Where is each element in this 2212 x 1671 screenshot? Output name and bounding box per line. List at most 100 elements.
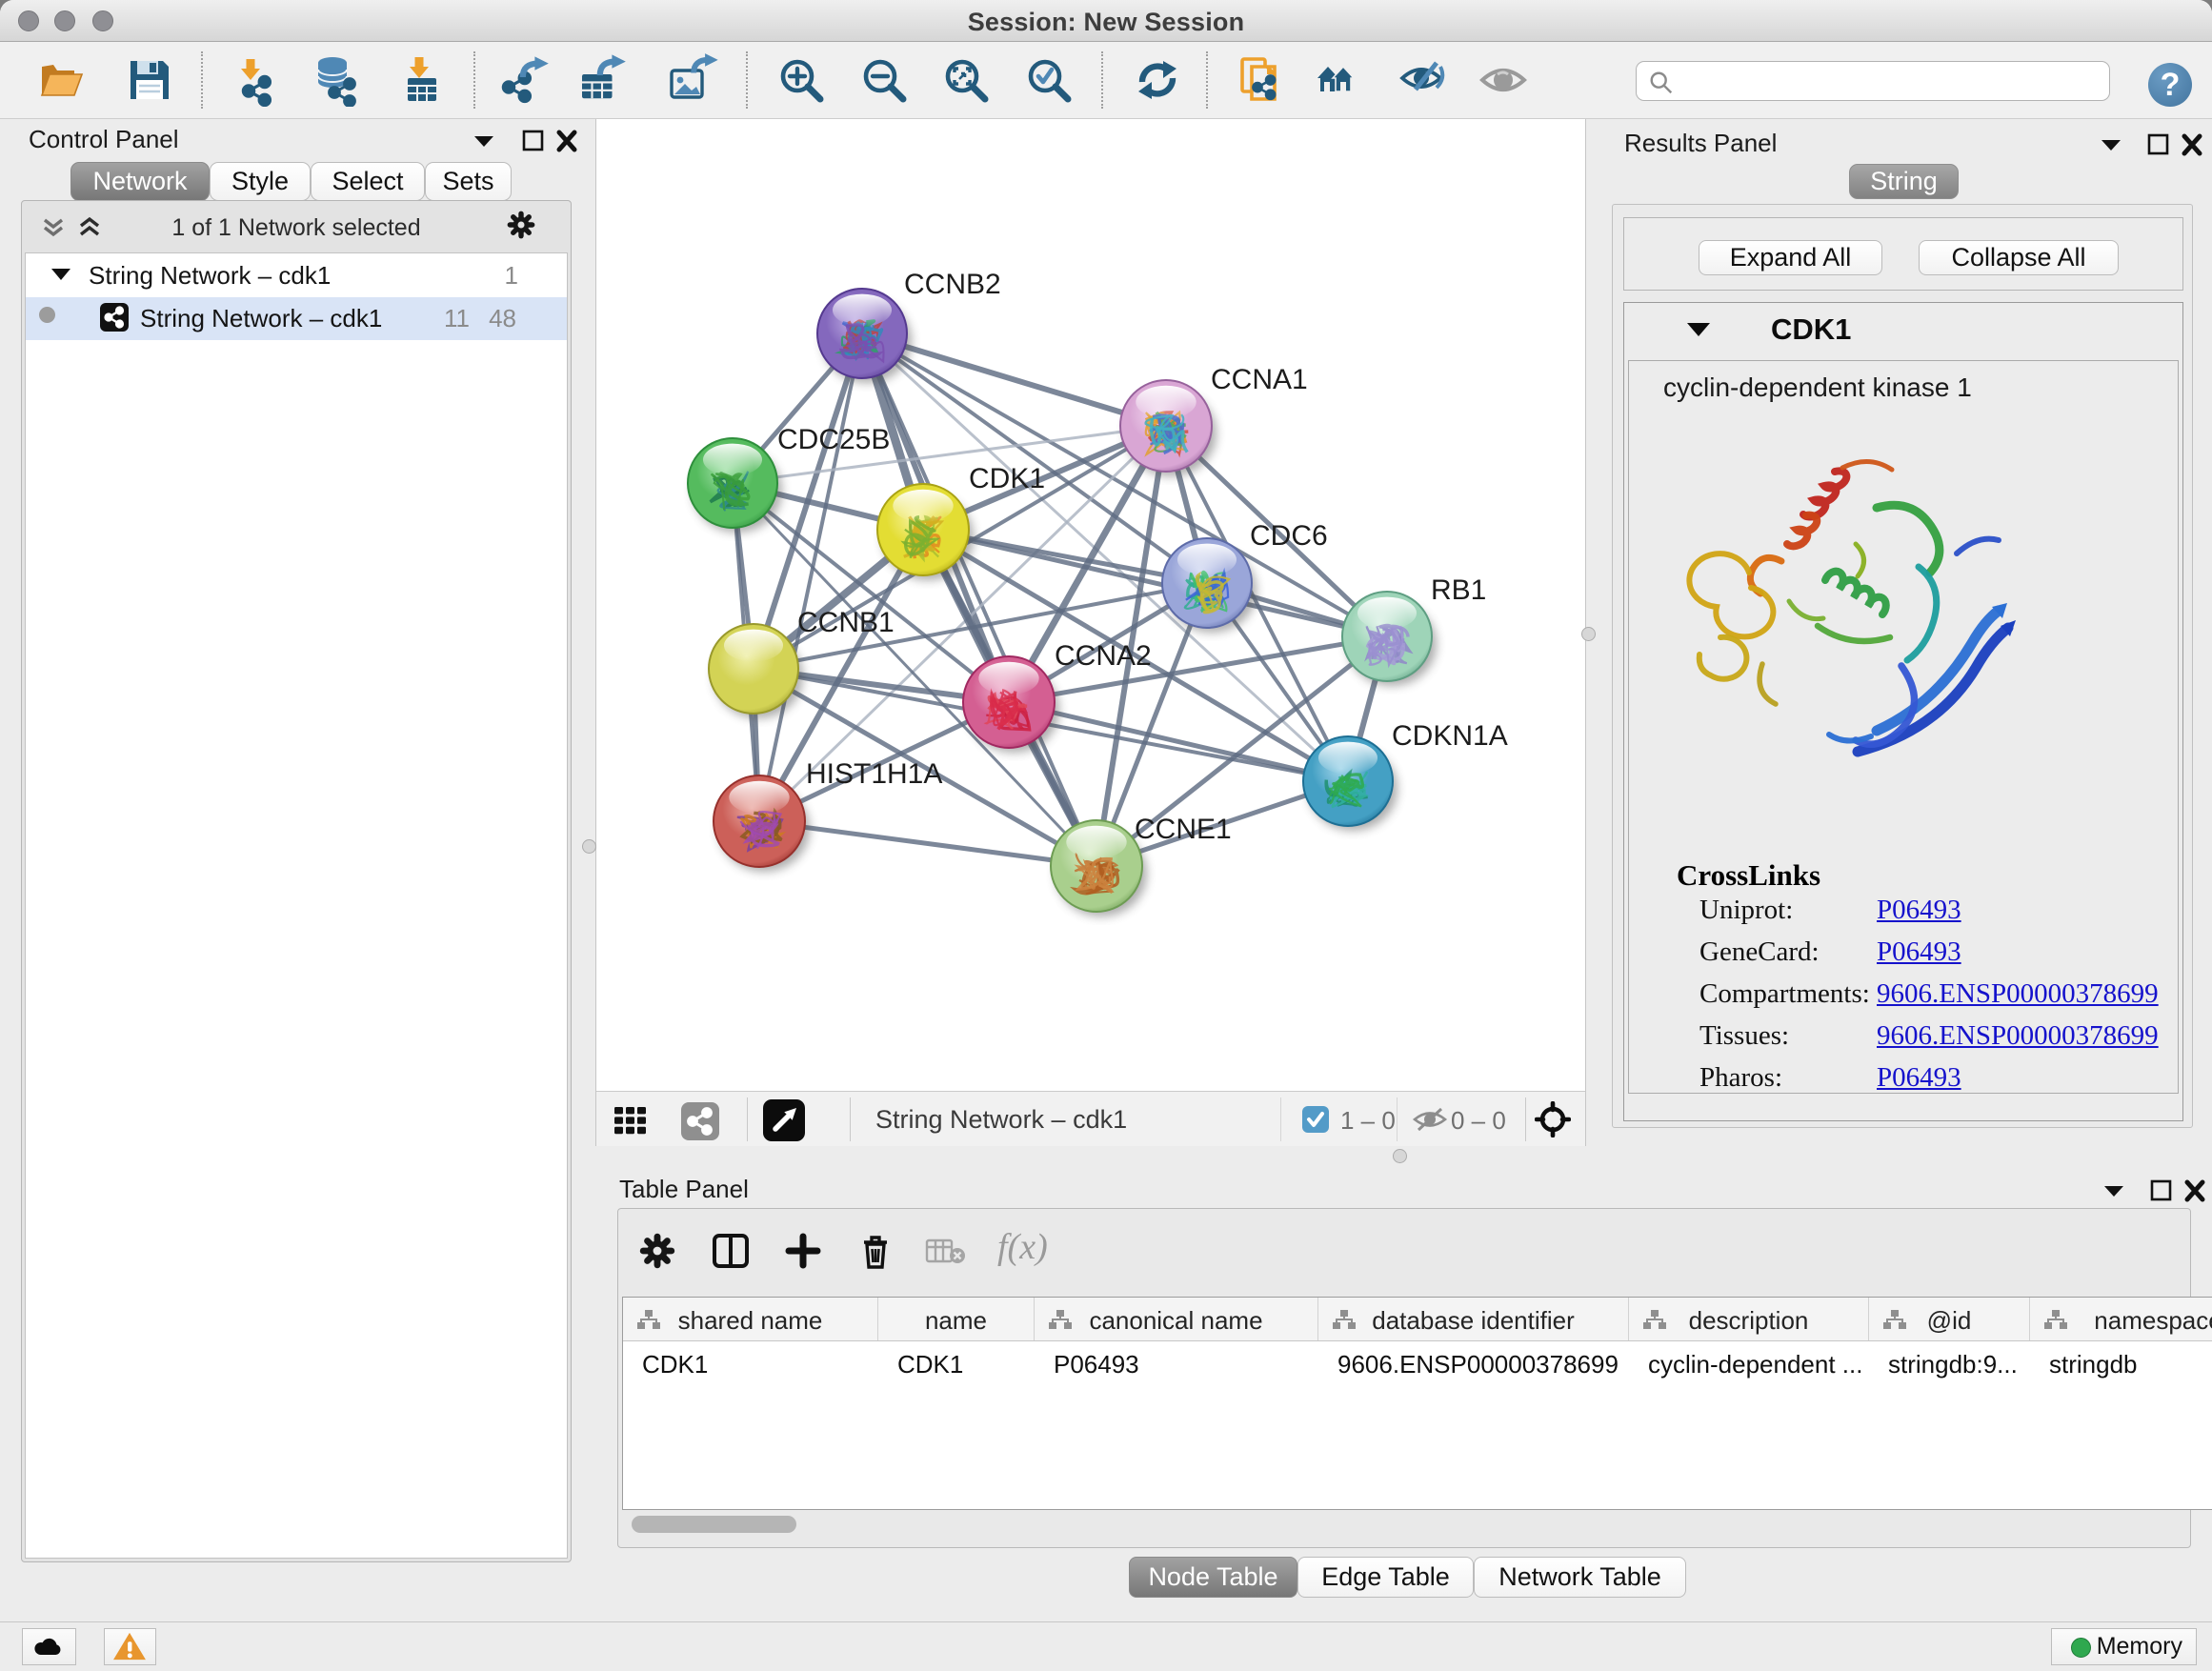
node-table: shared namenamecanonical namedatabase id… (622, 1297, 2212, 1510)
zoom-selected-icon[interactable] (1022, 53, 1076, 107)
tab-sets[interactable]: Sets (425, 162, 512, 201)
import-network-icon[interactable] (230, 53, 283, 107)
column-header-namespace[interactable]: namespace (2030, 1298, 2212, 1340)
column-header-database-identifier[interactable]: database identifier (1318, 1298, 1629, 1340)
export-image-icon[interactable] (666, 53, 719, 107)
export-table-icon[interactable] (574, 53, 628, 107)
open-icon[interactable] (36, 53, 90, 107)
tab-style[interactable]: Style (210, 162, 311, 201)
tab-edge-table[interactable]: Edge Table (1297, 1557, 1474, 1598)
network-node-CCNA1[interactable] (1120, 380, 1217, 476)
column-header-canonical-name[interactable]: canonical name (1035, 1298, 1318, 1340)
network-node-HIST1H1A[interactable] (714, 775, 810, 872)
network-node-CDKN1A[interactable] (1303, 736, 1398, 831)
home-icon[interactable] (1315, 53, 1368, 107)
network-edge (759, 821, 1096, 866)
import-database-icon[interactable] (312, 53, 365, 107)
help-button[interactable]: ? (2148, 63, 2192, 107)
crosslink-link[interactable]: 9606.ENSP00000378699 (1877, 978, 2159, 1010)
table-cell[interactable]: P06493 (1054, 1350, 1315, 1379)
crosslink-link[interactable]: P06493 (1877, 1062, 1961, 1094)
split-columns-icon[interactable] (712, 1232, 750, 1270)
delete-column-icon[interactable] (856, 1231, 895, 1271)
section-caret-icon[interactable] (1685, 317, 1712, 342)
tab-network[interactable]: Network (70, 162, 210, 201)
close-panel-icon[interactable] (2176, 131, 2208, 159)
network-node-CCNA2[interactable] (963, 656, 1059, 753)
zoom-in-icon[interactable] (774, 53, 828, 107)
table-toolbar-box: f(x) shared namenamecanonical namedataba… (617, 1208, 2191, 1548)
warnings-button[interactable] (104, 1628, 156, 1665)
column-header-description[interactable]: description (1629, 1298, 1869, 1340)
tab-network-table[interactable]: Network Table (1474, 1557, 1686, 1598)
expand-collapse-box: Expand All Collapse All (1623, 217, 2183, 291)
collapse-all-button[interactable]: Collapse All (1919, 240, 2119, 275)
network-row-selected[interactable]: String Network – cdk1 11 48 (26, 297, 567, 340)
crosslink-link[interactable]: P06493 (1877, 895, 1961, 926)
open-in-new-window-icon[interactable] (763, 1099, 805, 1141)
horizontal-scrollbar-thumb[interactable] (632, 1516, 796, 1533)
crosslink-label: Tissues: (1699, 1020, 1789, 1052)
column-header-@id[interactable]: @id (1869, 1298, 2030, 1340)
gene-section-content: cyclin-dependent kinase 1 CrossLinks Uni… (1628, 360, 2179, 1094)
tab-select[interactable]: Select (311, 162, 425, 201)
zoom-out-icon[interactable] (857, 53, 911, 107)
column-header-shared-name[interactable]: shared name (623, 1298, 878, 1340)
birds-eye-grid-icon[interactable] (613, 1104, 651, 1137)
network-tree-list: String Network – cdk1 1 String Network –… (25, 252, 568, 1559)
refresh-icon[interactable] (1131, 53, 1184, 107)
close-panel-icon[interactable] (2179, 1177, 2211, 1205)
copy-icon[interactable] (1236, 53, 1289, 107)
search-input[interactable] (1636, 61, 2110, 101)
left-splitter-handle[interactable] (582, 839, 596, 854)
show-all-icon[interactable] (1478, 53, 1532, 107)
table-cell[interactable]: CDK1 (897, 1350, 1031, 1379)
table-cell[interactable]: cyclin-dependent ... (1648, 1350, 1865, 1379)
network-node-RB1[interactable] (1342, 592, 1437, 686)
network-view-title: String Network – cdk1 (875, 1105, 1127, 1135)
import-table-icon[interactable] (396, 53, 450, 107)
save-icon[interactable] (123, 53, 176, 107)
network-node-CDC25B[interactable] (688, 438, 782, 533)
tab-node-table[interactable]: Node Table (1129, 1557, 1297, 1598)
title-bar: Session: New Session (0, 0, 2212, 42)
crosshair-icon[interactable] (1535, 1101, 1571, 1137)
collapse-caret-icon[interactable] (49, 262, 73, 287)
network-collection-row[interactable]: String Network – cdk1 1 (26, 254, 567, 297)
table-cell[interactable]: stringdb (2049, 1350, 2212, 1379)
panel-menu-icon[interactable] (2095, 131, 2127, 159)
table-cell[interactable]: CDK1 (642, 1350, 875, 1379)
tab-string[interactable]: String (1849, 164, 1959, 199)
float-panel-icon[interactable] (2142, 131, 2174, 159)
add-column-icon[interactable] (784, 1232, 822, 1270)
warning-icon (111, 1631, 148, 1661)
panel-menu-icon[interactable] (2098, 1177, 2130, 1205)
right-splitter-handle[interactable] (1581, 627, 1596, 641)
export-network-icon[interactable] (499, 53, 553, 107)
network-node-CDK1[interactable] (877, 484, 974, 580)
zoom-fit-icon[interactable] (939, 53, 993, 107)
column-header-name[interactable]: name (878, 1298, 1035, 1340)
network-share-icon[interactable] (681, 1102, 719, 1140)
expand-all-button[interactable]: Expand All (1699, 240, 1882, 275)
close-panel-icon[interactable] (551, 127, 583, 155)
table-gear-icon[interactable] (639, 1233, 675, 1269)
table-cell[interactable]: 9606.ENSP00000378699 (1337, 1350, 1625, 1379)
network-edge (1009, 702, 1348, 781)
float-panel-icon[interactable] (2144, 1177, 2177, 1205)
selected-checkbox-icon[interactable] (1301, 1105, 1330, 1134)
memory-button[interactable]: Memory (2051, 1628, 2197, 1665)
network-canvas[interactable]: CCNB2CCNA1CDC25BCDK1CDC6RB1CCNB1CCNA2CDK… (596, 119, 1586, 1089)
panel-menu-icon[interactable] (468, 127, 500, 155)
node-label: CDC6 (1250, 520, 1328, 552)
crosslinks-title: CrossLinks (1677, 858, 1820, 893)
gear-icon[interactable] (505, 211, 537, 239)
table-cell[interactable]: stringdb:9... (1888, 1350, 2026, 1379)
hide-selected-icon[interactable] (1398, 53, 1452, 107)
bottom-splitter-handle[interactable] (1393, 1149, 1407, 1163)
crosslink-link[interactable]: P06493 (1877, 936, 1961, 968)
gene-section-header[interactable]: CDK1 (1624, 303, 2182, 357)
crosslink-link[interactable]: 9606.ENSP00000378699 (1877, 1020, 2159, 1052)
float-panel-icon[interactable] (516, 127, 549, 155)
cloud-button[interactable] (22, 1628, 76, 1665)
